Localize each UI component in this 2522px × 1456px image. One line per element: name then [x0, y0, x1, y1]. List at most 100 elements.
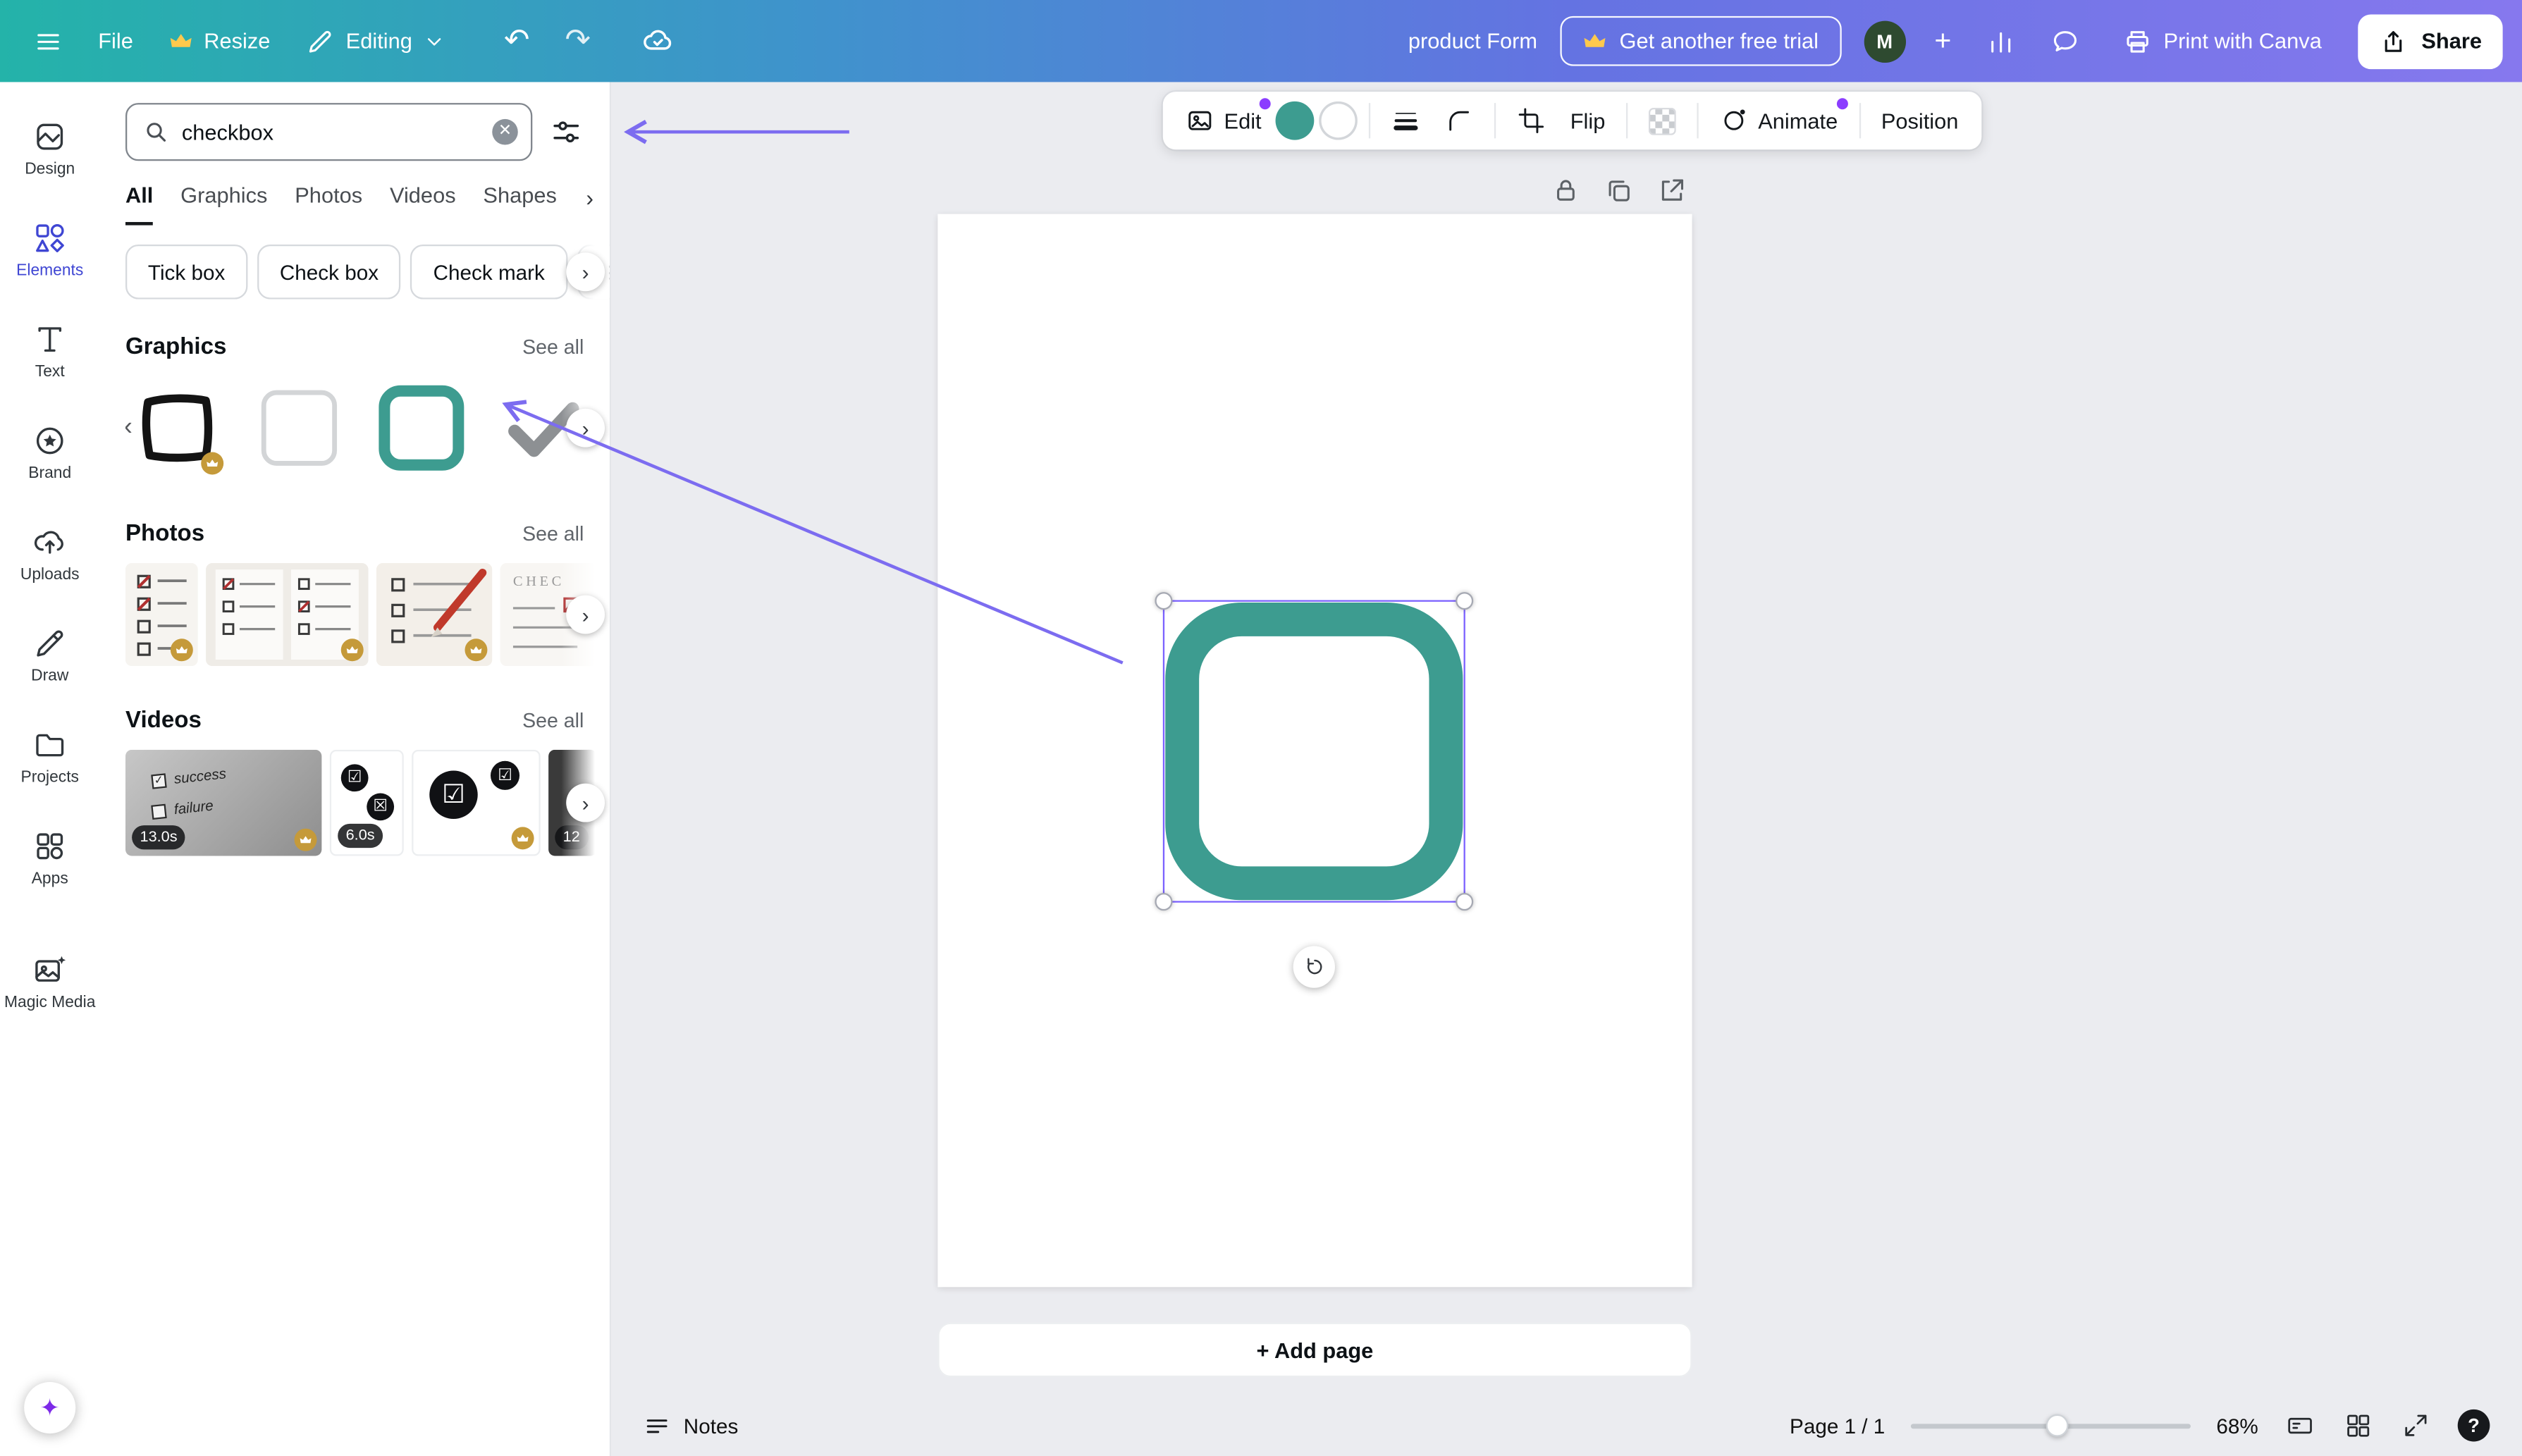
pages-view-button[interactable] — [2284, 1409, 2316, 1442]
corner-rounding-button[interactable] — [1435, 98, 1483, 143]
position-button[interactable]: Position — [1871, 98, 1968, 143]
edit-image-icon — [1186, 106, 1214, 135]
grid-view-button[interactable] — [2342, 1409, 2374, 1442]
search-box[interactable]: ✕ — [125, 103, 532, 161]
photos-section-header: Photos See all — [125, 522, 584, 548]
add-page-button[interactable]: + Add page — [937, 1323, 1692, 1378]
line-weight-icon — [1391, 106, 1420, 135]
video-checkbox-icons[interactable]: ☑ ☒ 6.0s — [330, 750, 404, 856]
divider — [1370, 103, 1371, 138]
resize-button[interactable]: Resize — [154, 16, 285, 66]
avatar[interactable]: M — [1864, 20, 1905, 62]
sidebar-item-apps[interactable]: Apps — [0, 811, 99, 904]
tabs-scroll-next-icon[interactable]: › — [586, 185, 593, 211]
graphic-gray-rounded-square[interactable] — [247, 376, 350, 479]
resize-handle-top-right[interactable] — [1456, 592, 1473, 610]
border-color-swatch[interactable] — [1320, 101, 1358, 140]
zoom-slider[interactable] — [1911, 1414, 2191, 1437]
graphics-scroll-next-icon[interactable]: › — [566, 409, 605, 448]
resize-handle-bottom-right[interactable] — [1456, 893, 1473, 911]
cloud-save-status[interactable] — [627, 12, 689, 70]
tab-photos[interactable]: Photos — [295, 183, 362, 225]
fill-color-swatch[interactable] — [1276, 101, 1315, 140]
flip-button[interactable]: Flip — [1561, 98, 1615, 143]
graphic-teal-rounded-square[interactable] — [370, 376, 473, 479]
file-menu-button[interactable]: File — [84, 16, 148, 66]
photo-checklist-1[interactable] — [125, 563, 198, 666]
graphics-title: Graphics — [125, 335, 226, 361]
free-trial-button[interactable]: Get another free trial — [1560, 16, 1841, 66]
graphics-scroll-prev-icon[interactable]: ‹ — [125, 414, 133, 443]
editing-mode-dropdown[interactable]: Editing — [291, 13, 460, 68]
crown-icon — [299, 834, 312, 846]
animate-button[interactable]: Animate — [1710, 98, 1847, 143]
photo-checklist-pen[interactable] — [376, 563, 492, 666]
canva-assistant-button[interactable]: ✦ — [24, 1382, 75, 1433]
status-bar: Notes Page 1 / 1 68% ? — [611, 1395, 2522, 1456]
search-input[interactable] — [182, 120, 479, 144]
pro-crown-badge — [171, 638, 193, 661]
notes-button[interactable]: Notes — [644, 1412, 739, 1439]
comments-button[interactable] — [2045, 20, 2086, 62]
add-member-button[interactable]: + — [1928, 18, 1957, 64]
sidebar-item-projects[interactable]: Projects — [0, 710, 99, 803]
graphic-sketch-checkbox[interactable] — [125, 376, 228, 479]
suggestion-tick-box[interactable]: Tick box — [125, 245, 247, 300]
search-filter-button[interactable] — [542, 108, 590, 156]
duplicate-page-button[interactable] — [1604, 175, 1636, 208]
insights-button[interactable] — [1980, 20, 2022, 62]
resize-handle-top-left[interactable] — [1155, 592, 1172, 610]
tab-shapes[interactable]: Shapes — [483, 183, 557, 225]
crop-button[interactable] — [1508, 98, 1556, 143]
share-button[interactable]: Share — [2358, 13, 2502, 68]
sidebar-item-uploads[interactable]: Uploads — [0, 507, 99, 600]
sidebar-item-design[interactable]: Design — [0, 101, 99, 195]
document-title[interactable]: product Form — [1408, 29, 1537, 53]
photos-see-all-link[interactable]: See all — [522, 523, 584, 545]
fullscreen-button[interactable] — [2400, 1409, 2432, 1442]
grid-view-icon — [2344, 1411, 2373, 1440]
elements-panel: ✕ All Graphics Photos Videos Shapes › Ti… — [99, 82, 611, 1456]
videos-see-all-link[interactable]: See all — [522, 710, 584, 732]
checkbox-circle-icon: ☒ — [367, 793, 394, 820]
main-menu-button[interactable] — [19, 13, 77, 68]
tab-graphics[interactable]: Graphics — [180, 183, 267, 225]
object-toolbar: Edit Flip Animate — [1163, 92, 1981, 149]
notification-dot — [1260, 98, 1271, 109]
tab-all[interactable]: All — [125, 183, 153, 225]
rotate-handle[interactable] — [1293, 946, 1335, 987]
resize-handle-bottom-left[interactable] — [1155, 893, 1172, 911]
transparency-button[interactable] — [1639, 98, 1685, 143]
sidebar-item-elements[interactable]: Elements — [0, 203, 99, 296]
sidebar-item-brand[interactable]: Brand — [0, 405, 99, 498]
statusbar-right-group: Page 1 / 1 68% ? — [1790, 1409, 2490, 1442]
checkbox-circle-icon: ☑ — [429, 771, 477, 819]
video-checkbox-circles[interactable]: ☑ ☑ — [412, 750, 541, 856]
sidebar-item-text[interactable]: Text — [0, 304, 99, 397]
move-page-button[interactable] — [1656, 175, 1689, 208]
selected-checkbox-shape[interactable] — [1163, 600, 1465, 903]
redo-button[interactable]: ↷ — [550, 13, 605, 69]
undo-button[interactable]: ↶ — [489, 13, 543, 69]
suggestion-check-mark[interactable]: Check mark — [411, 245, 567, 300]
sidebar-item-draw[interactable]: Draw — [0, 608, 99, 701]
photo-checklist-2[interactable] — [206, 563, 368, 666]
clear-search-icon[interactable]: ✕ — [492, 119, 518, 145]
design-page[interactable] — [937, 214, 1692, 1288]
videos-scroll-next-icon[interactable]: › — [566, 784, 605, 822]
print-button[interactable]: Print with Canva — [2109, 13, 2336, 68]
help-button[interactable]: ? — [2458, 1409, 2490, 1442]
tab-videos[interactable]: Videos — [390, 183, 456, 225]
zoom-slider-thumb[interactable] — [2046, 1414, 2069, 1437]
graphics-see-all-link[interactable]: See all — [522, 336, 584, 359]
suggestion-check-box[interactable]: Check box — [257, 245, 401, 300]
filter-sliders-icon — [550, 116, 582, 148]
suggestions-scroll-next-icon[interactable]: › — [566, 252, 605, 291]
video-success-failure[interactable]: ✓success failure 13.0s — [125, 750, 321, 856]
photos-scroll-next-icon[interactable]: › — [566, 596, 605, 634]
lock-page-button[interactable] — [1551, 175, 1583, 208]
border-weight-button[interactable] — [1382, 98, 1430, 143]
notes-icon — [644, 1412, 671, 1439]
sidebar-item-magic-media[interactable]: Magic Media — [0, 934, 99, 1028]
edit-image-button[interactable]: Edit — [1176, 98, 1271, 143]
